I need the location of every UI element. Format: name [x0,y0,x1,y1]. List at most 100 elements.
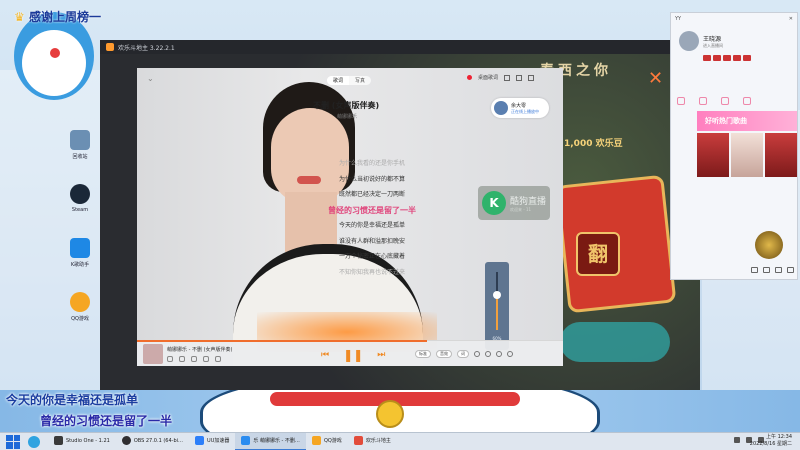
previous-track-icon[interactable]: ⏮ [321,350,329,360]
performer-photo[interactable] [697,133,729,177]
tab-photos[interactable]: 写真 [349,76,371,85]
image-icon[interactable] [775,267,782,273]
download-icon[interactable] [191,356,197,362]
notification-dot-icon [467,75,472,80]
lyric-line[interactable]: 不知你知我再也说不过来 [287,265,457,281]
star-icon[interactable] [699,97,707,105]
track-actions [167,356,221,362]
close-icon[interactable] [528,74,535,81]
game-ribbon [560,322,670,362]
song-title: 不删 (女声版伴奏) [313,101,380,110]
minimize-icon[interactable] [504,74,511,81]
queue-icon[interactable] [507,351,513,357]
lyric-line[interactable]: 一万个秘密正在心底藏着 [287,249,457,265]
share-icon[interactable] [203,356,209,362]
chat-bottom-icons [751,267,794,273]
close-icon[interactable]: ✕ [789,16,793,22]
taskbar-item-label: 乐 萌娜娜乐 - 不删… [253,438,300,444]
taskbar-item-kugou[interactable]: 乐 萌娜娜乐 - 不删… [235,432,306,450]
kugou-icon [241,436,251,445]
taskbar-item-obs[interactable]: OBS 27.0.1 (64-bi… [116,433,189,450]
album-cover[interactable] [143,344,163,364]
badge-icon [713,55,721,61]
stream-overlay-lyric-1: 今天的你是幸福还是孤单 [6,393,139,407]
avatar [494,101,508,115]
taskbar-item-uu[interactable]: UU加速器 [189,433,235,450]
edge-icon[interactable] [28,435,40,448]
desktop-icon-label: Steam [71,207,89,213]
desktop-icons: 回收站 Steam K歌助手 QQ游戏 [62,130,98,346]
avatar [679,31,699,51]
chat-titlebar[interactable]: YY ✕ [671,13,797,25]
playlist-icon[interactable] [496,351,502,357]
close-icon[interactable]: ✕ [648,68,663,89]
desktop-icon-steam[interactable]: Steam [62,184,98,228]
desktop-lyrics-toggle[interactable]: 桌面歌词 [478,74,498,81]
system-clock[interactable]: 上午 12:34 2022/8/16 星期二 [750,434,792,448]
taskbar-items: Studio One - 1.21 OBS 27.0.1 (64-bi… UU加… [48,432,397,450]
sound-effect-button[interactable]: 音效 [436,350,452,358]
lyric-line[interactable]: 既然都已经决定一刀两断 [287,187,457,203]
lyric-line[interactable]: 今天的你是幸福还是孤单 [287,218,457,234]
chevron-up-icon[interactable] [734,437,740,443]
more-icon[interactable] [215,356,221,362]
lyrics-button[interactable]: 词 [457,350,469,358]
doraemon-bell [376,400,404,428]
scissors-icon[interactable] [787,267,794,273]
chat-user[interactable]: 王晓源 进入直播间 [679,31,723,51]
start-button[interactable] [6,434,20,449]
chat-banner[interactable]: 好听热门歌曲 [697,111,797,131]
playback-progress[interactable] [137,340,427,342]
player-window-controls: 桌面歌词 [467,74,535,81]
clock-date: 2022/8/16 星期二 [749,441,792,447]
taskbar-item-doudizhu[interactable]: 欢乐斗地主 [348,433,397,450]
desktop-icon-qqgame[interactable]: QQ游戏 [62,292,98,336]
recycle-bin-icon [70,130,90,150]
player-view-tabs: 歌词 写真 [327,76,372,85]
chevron-down-icon[interactable]: ⌄ [147,74,154,83]
game-app-icon [106,43,114,51]
lyric-line[interactable]: 为什么我看的还是你手机 [287,156,457,172]
next-track-icon[interactable]: ⏭ [377,350,385,360]
taskbar-item-qqgame[interactable]: QQ游戏 [306,433,348,450]
qq-game-icon [70,292,90,312]
pause-icon[interactable]: ❚❚ [343,348,363,362]
taskbar-item-label: OBS 27.0.1 (64-bi… [133,437,184,444]
taskbar: Studio One - 1.21 OBS 27.0.1 (64-bi… UU加… [0,432,800,450]
game-titlebar[interactable]: 欢乐斗地主 3.22.2.1 [100,40,700,54]
volume-slider-handle[interactable] [493,291,501,299]
desktop-icon-recycle[interactable]: 回收站 [62,130,98,174]
k-song-icon [70,238,90,258]
volume-icon[interactable] [474,351,480,357]
maximize-icon[interactable] [516,74,523,81]
video-icon[interactable] [751,267,758,273]
loop-icon[interactable] [485,351,491,357]
rank-badge-icon[interactable] [755,231,783,259]
lyric-line[interactable]: 谁没有人群和溢那扣晚安 [287,234,457,250]
add-icon[interactable] [179,356,185,362]
desktop-icon-label: QQ游戏 [71,316,89,322]
quality-button[interactable]: 标准 [415,350,431,358]
uu-accelerator-icon [195,436,205,445]
lyric-line-current[interactable]: 曾经的习惯还是留了一半 [287,203,457,219]
heart-icon[interactable] [721,97,729,105]
song-artist[interactable]: 萌娜娜乐 [337,113,357,120]
chat-photo-strip [697,133,797,177]
performer-photo[interactable] [731,133,763,177]
tab-lyrics[interactable]: 歌词 [327,76,350,85]
like-icon[interactable] [167,356,173,362]
live-chat-panel[interactable]: YY ✕ 王晓源 进入直播间 好听热门歌曲 [670,12,798,280]
chat-username: 王晓源 [703,35,722,43]
taskbar-item-studio-one[interactable]: Studio One - 1.21 [48,433,116,450]
emoji-icon[interactable] [763,267,770,273]
desktop-icon-label: K歌助手 [70,262,90,268]
gift-icon[interactable] [677,97,685,105]
listener-card[interactable]: 余大零 正在线上播放中 [491,98,549,118]
desktop-icon-k[interactable]: K歌助手 [62,238,98,282]
now-playing-text[interactable]: 萌娜娜乐 - 不删 (女声版伴奏) [167,346,232,353]
game-card-symbol: 翻 [576,232,620,276]
performer-photo[interactable] [765,133,797,177]
emoji-icon[interactable] [743,97,751,105]
lyric-line[interactable]: 为什么当初说好的都不算 [287,172,457,188]
kugou-logo-icon: K [482,191,506,215]
